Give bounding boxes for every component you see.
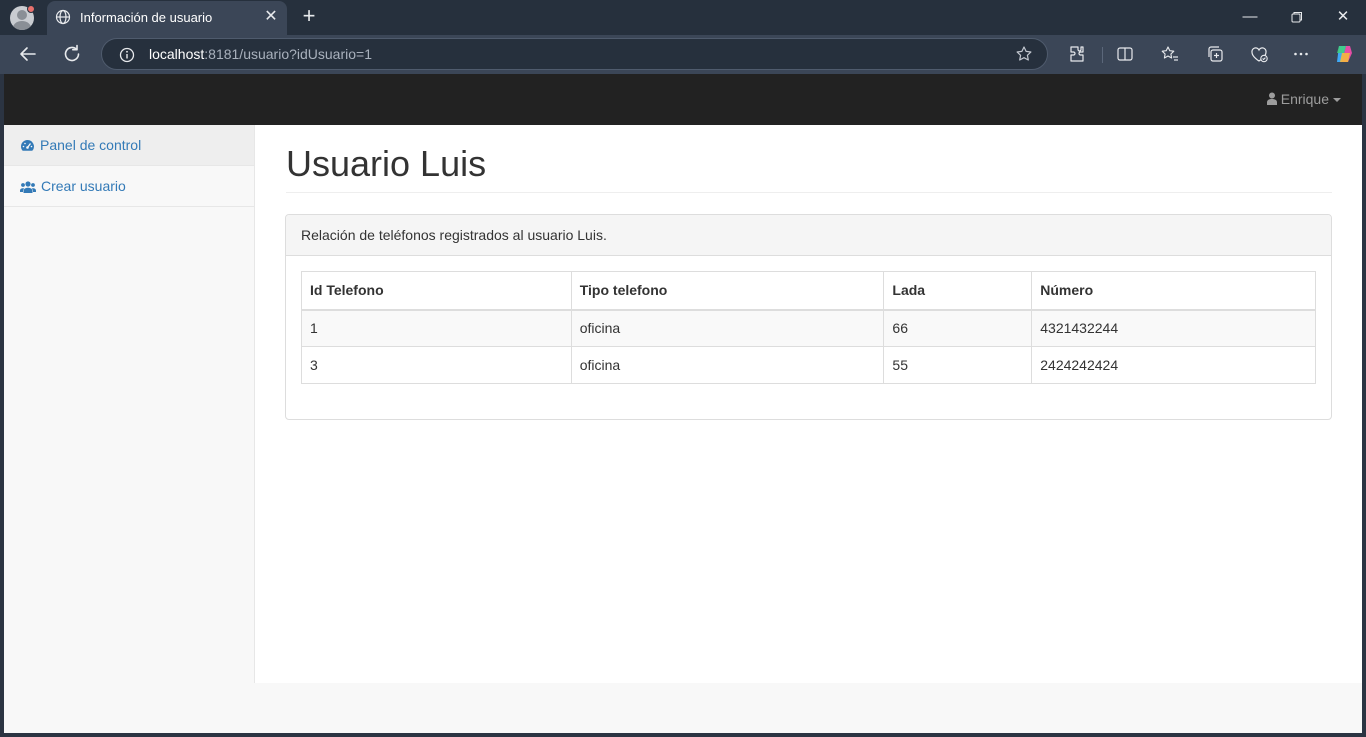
column-header-tipo-telefono: Tipo telefono [570, 271, 885, 311]
sidebar-item-label: Crear usuario [41, 178, 126, 194]
profile-notification-dot [27, 5, 35, 13]
reload-icon[interactable] [60, 42, 84, 66]
sidebar: Panel de control Crear usuario [4, 125, 255, 683]
sidebar-item-label: Panel de control [40, 137, 142, 153]
cell-tipo-telefono: oficina [570, 346, 885, 384]
page-bottom-band [4, 683, 1362, 733]
url-host: localhost [149, 46, 205, 62]
copilot-icon[interactable] [1333, 43, 1355, 65]
page-title: Usuario Luis [286, 143, 487, 184]
cell-numero: 2424242424 [1031, 346, 1316, 384]
collections-icon[interactable] [1205, 44, 1225, 64]
chevron-down-icon [1333, 98, 1341, 103]
browser-tab-active[interactable]: Información de usuario ✕ [47, 1, 287, 35]
browser-toolbar: localhost:8181/usuario?idUsuario=1 [0, 35, 1366, 74]
split-screen-icon[interactable] [1115, 44, 1135, 64]
favorite-star-icon[interactable] [1015, 45, 1033, 63]
cell-lada: 66 [883, 309, 1033, 347]
cell-numero: 4321432244 [1031, 309, 1316, 347]
table-header-row: Id Telefono Tipo telefono Lada Número [301, 271, 1316, 311]
tab-close-icon[interactable]: ✕ [262, 8, 280, 26]
globe-icon [55, 9, 71, 25]
phones-table: Id Telefono Tipo telefono Lada Número 1 … [301, 271, 1316, 384]
url-path: :8181/usuario?idUsuario=1 [204, 46, 372, 62]
restore-button[interactable] [1285, 6, 1309, 28]
favorites-icon[interactable] [1160, 44, 1180, 64]
page-viewport: Enrique Panel de control Crear usuario U… [4, 74, 1362, 733]
site-info-icon[interactable] [119, 47, 135, 63]
column-header-lada: Lada [883, 271, 1033, 311]
table-row: 3 oficina 55 2424242424 [301, 346, 1316, 384]
close-window-button[interactable]: ✕ [1331, 6, 1355, 28]
user-dropdown[interactable]: Enrique [1266, 91, 1341, 107]
user-icon [1266, 92, 1277, 105]
user-name: Enrique [1280, 91, 1329, 107]
tab-title: Información de usuario [80, 10, 213, 25]
column-header-numero: Número [1031, 271, 1316, 311]
phones-panel: Relación de teléfonos registrados al usu… [285, 214, 1332, 420]
cell-id-telefono: 3 [301, 346, 572, 384]
address-bar[interactable]: localhost:8181/usuario?idUsuario=1 [101, 38, 1048, 70]
column-header-id-telefono: Id Telefono [301, 271, 572, 311]
cell-tipo-telefono: oficina [570, 309, 885, 347]
users-icon [20, 181, 36, 193]
toolbar-separator [1102, 47, 1103, 63]
browser-tabstrip: Información de usuario ✕ + — ✕ [0, 0, 1366, 35]
title-divider [286, 192, 1332, 193]
back-arrow-icon[interactable] [16, 42, 40, 66]
dashboard-icon [21, 140, 34, 151]
top-navbar: Enrique [4, 74, 1362, 125]
sidebar-item-panel-de-control[interactable]: Panel de control [4, 125, 254, 166]
restore-icon [1291, 12, 1302, 23]
minimize-button[interactable]: — [1238, 6, 1262, 28]
cell-id-telefono: 1 [301, 309, 572, 347]
browser-essentials-icon[interactable] [1249, 44, 1269, 64]
extensions-icon[interactable] [1067, 44, 1087, 64]
main-content: Usuario Luis Relación de teléfonos regis… [255, 125, 1362, 683]
cell-lada: 55 [883, 346, 1033, 384]
url-text[interactable]: localhost:8181/usuario?idUsuario=1 [149, 46, 372, 62]
sidebar-item-crear-usuario[interactable]: Crear usuario [4, 166, 254, 207]
panel-heading: Relación de teléfonos registrados al usu… [286, 215, 1331, 256]
new-tab-button[interactable]: + [298, 5, 320, 27]
more-menu-icon[interactable] [1291, 44, 1311, 64]
table-row: 1 oficina 66 4321432244 [301, 309, 1316, 347]
